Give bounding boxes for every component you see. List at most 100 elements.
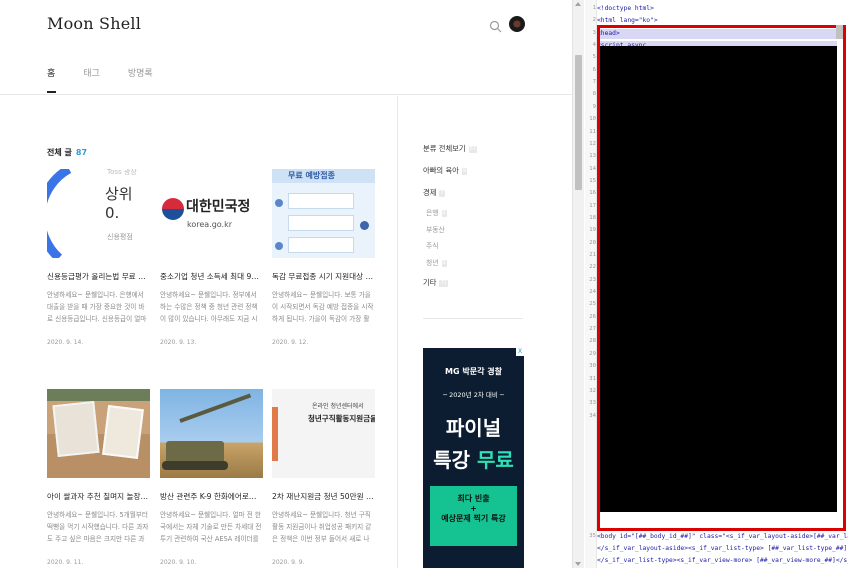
post-date: 2020. 9. 13.: [160, 339, 197, 346]
post-summary: 안녕하세요~ 문쉘입니다. 얼마 전 한국에서는 자체 기술로 만든 차세대 전…: [160, 511, 262, 543]
line-number: 29: [589, 350, 596, 357]
category-stock[interactable]: 주식: [426, 240, 439, 250]
post-title[interactable]: 독감 무료접종 시기 지원대상 및...: [272, 271, 375, 282]
post-date: 2020. 9. 9.: [272, 559, 305, 566]
post-summary: 안녕하세요~ 문쉘입니다. 5개월부터 떡뻥을 먹기 시작했습니다. 다른 과자…: [47, 511, 149, 543]
line-number: 11: [589, 128, 596, 135]
line-number: 4: [592, 42, 596, 49]
nav-guestbook[interactable]: 방명록: [128, 66, 153, 91]
line-number: 33: [589, 400, 596, 407]
post-card[interactable]: 아이 쌀과자 추천 칠며지 놀장 ... 안녕하세요~ 문쉘입니다. 5개월부터…: [47, 389, 150, 566]
category-parenting[interactable]: 아빠의 육아 9: [423, 166, 468, 176]
code-line[interactable]: <html lang="ko">: [597, 17, 658, 24]
line-number: 7: [592, 79, 596, 86]
post-summary: 안녕하세요~ 문쉘입니다. 은행에서 대출을 받을 때 가장 중요한 것이 바로…: [47, 291, 147, 323]
line-number: 17: [589, 202, 596, 209]
line-number: 32: [589, 387, 596, 394]
category-all[interactable]: 분류 전체보기 87: [423, 144, 477, 154]
line-number: 24: [589, 289, 596, 296]
post-card[interactable]: Toss 광장 상위 0. 신용평점 신용등급평가 올리는법 무료 신... 안…: [47, 169, 150, 346]
ad-brand: MG 박문각 경찰: [445, 367, 502, 376]
code-line[interactable]: <body id="[##_body_id_##]" class="<s_if_…: [597, 533, 848, 540]
line-number-gutter: [585, 0, 597, 568]
sidebar-divider: [423, 318, 523, 319]
avatar[interactable]: [509, 16, 525, 32]
line-number: 15: [589, 177, 596, 184]
line-number: 20: [589, 239, 596, 246]
category-etc[interactable]: 기타 71: [423, 278, 448, 288]
post-summary: 안녕하세요~ 문쉘입니다. 정부에서 하는 수많은 정책 중 청년 관련 정책이…: [160, 291, 258, 323]
line-number: 27: [589, 326, 596, 333]
category-youth[interactable]: 청년 5: [426, 257, 447, 267]
line-number: 16: [589, 190, 596, 197]
line-number: 30: [589, 363, 596, 370]
scroll-down-arrow-icon[interactable]: [575, 562, 581, 566]
line-number: 18: [589, 214, 596, 221]
post-title[interactable]: 2차 재난지원금 청년 50만원 지...: [272, 491, 375, 502]
post-card[interactable]: 방산 관련주 K-9 한화에어로스... 안녕하세요~ 문쉘입니다. 얼마 전 …: [160, 389, 263, 566]
line-number: 25: [589, 301, 596, 308]
blog-header: Moon Shell 홈 태그 방명록: [0, 0, 572, 95]
post-card[interactable]: 대한민국정 korea.go.kr 중소기업 청년 소득세 최대 90... 안…: [160, 169, 263, 346]
code-line[interactable]: </s_if_var_list-type><s_if_var_view-more…: [597, 557, 848, 564]
line-number: 5: [592, 54, 596, 61]
post-date: 2020. 9. 14.: [47, 339, 84, 346]
line-number: 35: [589, 533, 596, 539]
editor-scroll-thumb[interactable]: [836, 25, 843, 39]
post-thumbnail[interactable]: [160, 389, 263, 478]
post-summary: 안녕하세요~ 문쉘입니다. 보통 가을이 시작되면서 독감 예방 접종을 시작하…: [272, 291, 374, 323]
preview-scrollbar[interactable]: [572, 0, 584, 568]
line-number: 14: [589, 165, 596, 172]
line-number: 10: [589, 116, 596, 123]
line-number: 28: [589, 338, 596, 345]
category-realestate[interactable]: 부동산: [426, 224, 445, 234]
list-heading: 전체 글 87: [47, 148, 88, 157]
line-number: 13: [589, 153, 596, 160]
line-number: 26: [589, 313, 596, 320]
ad-cta-box[interactable]: 최다 빈출 + 예상문제 찍기 특강: [430, 486, 517, 546]
highlight-frame: [597, 25, 846, 531]
line-number: 6: [592, 66, 596, 73]
post-card[interactable]: 무료 예방접종 독감 무료접종 시기 지원대상 및... 안녕하세요~ 문쉘입니…: [272, 169, 375, 346]
blog-preview: Moon Shell 홈 태그 방명록 전체 글 87 Toss 광장 상위 0.…: [0, 0, 572, 568]
line-number: 3: [592, 29, 596, 36]
category-economy[interactable]: 경제 7: [423, 188, 445, 198]
code-line[interactable]: <!doctype html>: [597, 5, 654, 12]
search-icon[interactable]: [489, 20, 502, 33]
category-bank[interactable]: 은행 2: [426, 207, 447, 217]
post-thumbnail[interactable]: 무료 예방접종: [272, 169, 375, 258]
nav-tag[interactable]: 태그: [83, 66, 100, 91]
post-date: 2020. 9. 11.: [47, 559, 84, 566]
ad-subtitle: ─ 2020년 2차 대비 ─: [443, 391, 504, 399]
nav-home[interactable]: 홈: [47, 66, 57, 93]
line-number: 9: [592, 103, 596, 110]
post-thumbnail[interactable]: 대한민국정 korea.go.kr: [160, 169, 263, 258]
ad-close-icon[interactable]: X: [516, 348, 524, 356]
scroll-up-arrow-icon[interactable]: [575, 2, 581, 6]
preview-scroll-thumb[interactable]: [575, 55, 582, 190]
ad-banner[interactable]: X MG 박문각 경찰 ─ 2020년 2차 대비 ─ 파이널 특강 무료 최다…: [423, 348, 524, 568]
post-thumbnail[interactable]: [47, 389, 150, 478]
post-thumbnail[interactable]: 온라인 청년센터에서 청년구직활동지원금을: [272, 389, 375, 478]
post-thumbnail[interactable]: Toss 광장 상위 0. 신용평점: [47, 169, 150, 258]
code-line[interactable]: </s_if_var_layout-aside><s_if_var_list-t…: [597, 545, 847, 552]
post-title[interactable]: 신용등급평가 올리는법 무료 신...: [47, 271, 150, 282]
post-summary: 안녕하세요~ 문쉘입니다. 청년 구직활동 지원금이나 취업성공 패키지 같은 …: [272, 511, 372, 543]
line-number: 8: [592, 91, 596, 98]
line-number: 2: [592, 17, 596, 24]
post-card[interactable]: 온라인 청년센터에서 청년구직활동지원금을 2차 재난지원금 청년 50만원 지…: [272, 389, 375, 566]
line-number: 21: [589, 252, 596, 258]
post-title[interactable]: 중소기업 청년 소득세 최대 90...: [160, 271, 263, 282]
post-title[interactable]: 아이 쌀과자 추천 칠며지 놀장 ...: [47, 491, 150, 502]
blog-title[interactable]: Moon Shell: [47, 14, 141, 33]
main-nav: 홈 태그 방명록: [47, 66, 181, 93]
line-number: 22: [589, 264, 596, 271]
post-date: 2020. 9. 10.: [160, 559, 197, 566]
line-number: 12: [589, 140, 596, 147]
post-title[interactable]: 방산 관련주 K-9 한화에어로스...: [160, 491, 263, 502]
line-number: 23: [589, 276, 596, 283]
ad-headline: 파이널: [445, 416, 502, 440]
post-list-area: 전체 글 87 Toss 광장 상위 0. 신용평점 신용등급평가 올리는법 무료…: [0, 96, 398, 568]
post-count: 87: [75, 148, 88, 157]
line-number: 19: [589, 227, 596, 234]
